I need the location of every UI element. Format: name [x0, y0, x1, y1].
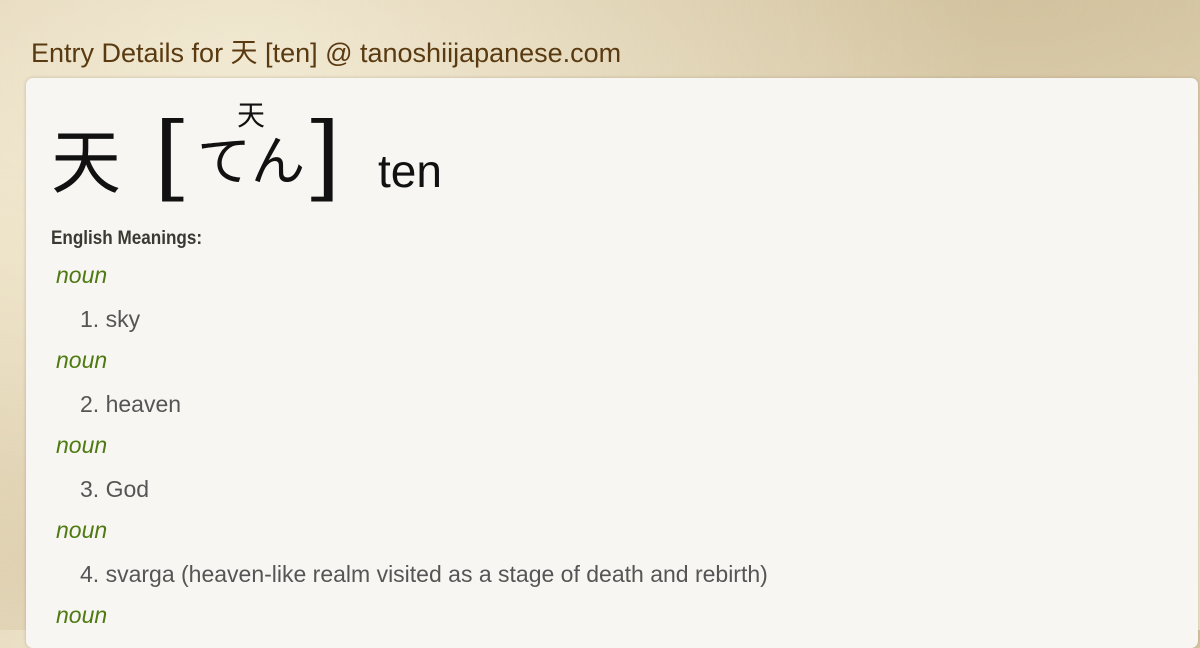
- kana-reading: てん: [197, 130, 305, 193]
- reading-bracket-close: ]: [304, 103, 341, 212]
- entry-card: 天 [ 天 てん ] ten English Meanings: noun 1.…: [26, 78, 1198, 648]
- romaji-reading: ten: [378, 145, 442, 197]
- reading-bracket-open: [: [154, 103, 191, 212]
- entry-kanji: 天: [51, 122, 121, 204]
- sense-gloss: 1. sky: [80, 306, 141, 332]
- page-title: Entry Details for 天 [ten] @ tanoshiijapa…: [31, 38, 622, 68]
- part-of-speech: noun: [56, 517, 108, 543]
- furigana: 天: [236, 99, 265, 132]
- part-of-speech: noun: [56, 602, 108, 628]
- sense-gloss: 2. heaven: [80, 391, 182, 417]
- sense-gloss: 4. svarga (heaven-like realm visited as …: [80, 561, 768, 587]
- part-of-speech: noun: [56, 347, 108, 373]
- part-of-speech: noun: [56, 262, 108, 288]
- sense-gloss: 3. God: [80, 476, 150, 502]
- part-of-speech: noun: [56, 432, 108, 458]
- english-meanings-label: English Meanings:: [51, 228, 203, 249]
- reading-group: 天 てん: [196, 100, 306, 194]
